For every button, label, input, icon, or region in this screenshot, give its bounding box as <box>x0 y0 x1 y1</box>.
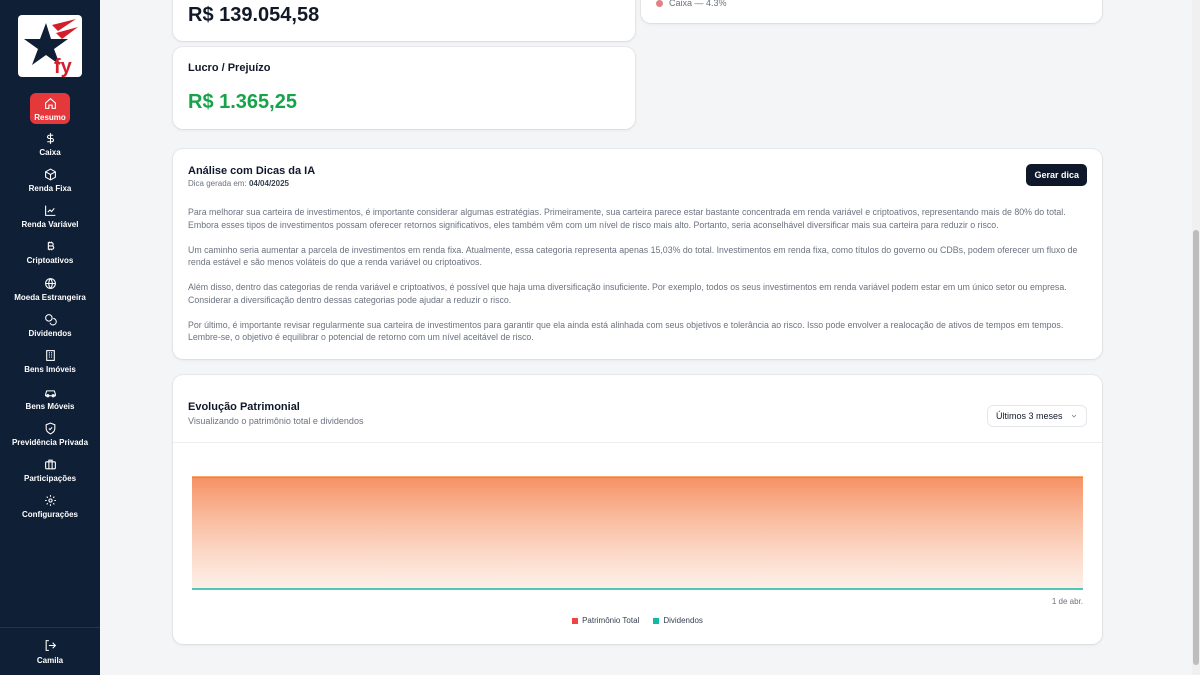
chart-subtitle: Visualizando o patrimônio total e divide… <box>188 416 364 426</box>
sidebar-item-moeda-estrangeira[interactable]: Moeda Estrangeira <box>0 277 100 311</box>
logout-icon <box>45 640 56 651</box>
sidebar-item-caixa[interactable]: Caixa <box>0 132 100 166</box>
x-axis-tick: 1 de abr. <box>1051 597 1083 606</box>
legend-swatch <box>653 617 660 624</box>
sidebar-item-label: Previdência Privada <box>11 438 89 447</box>
coins-icon <box>44 314 57 326</box>
allocation-legend-label: Caixa — 4.3% <box>669 0 727 8</box>
user-logout-button[interactable]: Camila <box>0 639 100 665</box>
legend-item-dividendos: Dividendos <box>653 616 703 625</box>
total-value-card: R$ 139.054,58 <box>173 0 635 41</box>
allocation-legend-item: Caixa — 4.3% <box>656 0 727 8</box>
ai-tips-date: Dica gerada em: 04/04/2025 <box>188 179 315 188</box>
evolution-chart-card: Evolução Patrimonial Visualizando o patr… <box>173 375 1102 644</box>
sidebar-item-label: Bens Móveis <box>25 402 75 411</box>
globe-icon <box>44 278 56 289</box>
legend-item-patrimonio: Patrimônio Total <box>572 616 639 625</box>
allocation-card: Caixa — 4.3% <box>641 0 1102 23</box>
chart-title: Evolução Patrimonial <box>188 401 300 413</box>
period-select-value: Últimos 3 meses <box>996 411 1063 421</box>
scrollbar-thumb[interactable] <box>1193 230 1199 665</box>
user-name: Camila <box>36 656 64 665</box>
profit-label: Lucro / Prejuízo <box>188 62 271 74</box>
car-icon <box>44 390 56 398</box>
svg-text:fy: fy <box>54 56 73 77</box>
sidebar-item-label: Caixa <box>39 148 61 157</box>
legend-dot <box>656 0 663 8</box>
ai-paragraph: Para melhorar sua carteira de investimen… <box>188 207 1066 230</box>
sidebar-item-renda-variavel[interactable]: Renda Variável <box>0 204 100 238</box>
sidebar-item-bens-imoveis[interactable]: Bens Imóveis <box>0 349 100 383</box>
legend-label: Patrimônio Total <box>582 616 640 625</box>
dollar-icon <box>46 133 54 144</box>
period-select[interactable]: Últimos 3 meses <box>987 405 1087 427</box>
chevron-down-icon <box>1071 414 1077 418</box>
profit-value: R$ 1.365,25 <box>188 91 297 113</box>
sidebar-item-bens-moveis[interactable]: Bens Móveis <box>0 386 100 420</box>
sidebar-item-label: Dividendos <box>28 329 72 338</box>
box-icon <box>44 168 56 181</box>
building-icon <box>45 350 55 361</box>
legend-label: Dividendos <box>663 616 703 625</box>
ai-tips-text: Para melhorar sua carteira de investimen… <box>188 206 1088 356</box>
sidebar-item-configuracoes[interactable]: Configurações <box>0 494 100 528</box>
sidebar-item-label: Configurações <box>21 510 78 519</box>
sidebar-item-renda-fixa[interactable]: Renda Fixa <box>0 168 100 202</box>
briefcase-icon <box>44 459 56 470</box>
sidebar-item-label: Criptoativos <box>26 256 74 265</box>
ai-paragraph: Por último, é importante revisar regular… <box>188 319 1064 343</box>
home-icon <box>44 97 56 109</box>
sidebar-item-label: Resumo <box>34 113 66 122</box>
page-scrollbar[interactable] <box>1192 0 1200 675</box>
legend-swatch <box>572 617 579 624</box>
ai-tips-title: Análise com Dicas da IA <box>188 165 316 177</box>
sidebar-item-participacoes[interactable]: Participações <box>0 458 100 492</box>
chart-divider <box>173 442 1102 443</box>
app-logo[interactable]: fy <box>18 15 82 77</box>
ai-tips-card: Análise com Dicas da IA Dica gerada em: … <box>173 149 1102 359</box>
sidebar-item-resumo[interactable]: Resumo <box>0 93 100 127</box>
sidebar-item-label: Moeda Estrangeira <box>14 293 86 302</box>
sidebar-item-label: Renda Fixa <box>28 184 72 193</box>
sidebar-item-dividendos[interactable]: Dividendos <box>0 313 100 347</box>
line-chart-icon <box>44 205 55 216</box>
generate-tip-button[interactable]: Gerar dica <box>1026 164 1087 186</box>
ai-paragraph: Além disso, dentro das categorias de ren… <box>188 282 1067 305</box>
sidebar-item-label: Participações <box>23 474 77 483</box>
ai-paragraph: Um caminho seria aumentar a parcela de i… <box>188 244 1078 268</box>
shield-icon <box>45 422 55 435</box>
sidebar-item-label: Bens Imóveis <box>24 365 76 374</box>
evolution-area-chart <box>192 476 1083 590</box>
area-patrimonio-total <box>192 477 1083 589</box>
total-value: R$ 139.054,58 <box>188 4 320 26</box>
sidebar-item-criptoativos[interactable]: Criptoativos <box>0 240 100 274</box>
bitcoin-icon <box>47 241 54 251</box>
gear-icon <box>44 495 56 506</box>
sidebar-footer: Camila <box>0 627 100 675</box>
sidebar: fy Resumo Caixa Renda Fixa Renda Variáve… <box>0 0 100 675</box>
sidebar-item-previdencia-privada[interactable]: Previdência Privada <box>0 422 100 456</box>
profit-card: Lucro / Prejuízo R$ 1.365,25 <box>173 47 635 129</box>
chart-legend: Patrimônio Total Dividendos <box>173 616 1102 625</box>
sidebar-item-label: Renda Variável <box>21 220 79 229</box>
ai-date-value: 04/04/2025 <box>248 179 289 188</box>
ai-date-prefix: Dica gerada em: <box>188 179 247 188</box>
